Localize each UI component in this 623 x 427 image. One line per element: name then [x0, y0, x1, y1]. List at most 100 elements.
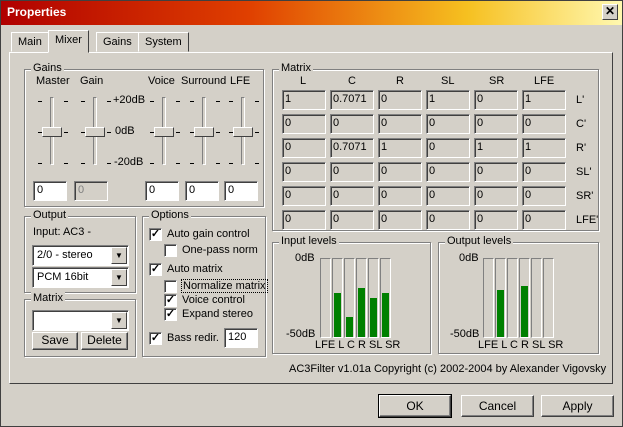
- one-pass-norm-label: One-pass norm: [182, 244, 258, 256]
- output-levels-channel-labels: LFE L C R SL SR: [478, 339, 564, 351]
- matrix-cell[interactable]: 0.7071: [330, 90, 374, 110]
- format-select[interactable]: PCM 16bit ▼: [32, 267, 129, 288]
- matrix-cell[interactable]: 1: [378, 138, 422, 158]
- matrix-cell[interactable]: 0.7071: [330, 138, 374, 158]
- output-levels-bottom-label: -50dB: [450, 328, 480, 340]
- matrix-cell[interactable]: 1: [426, 90, 470, 110]
- auto-gain-control-label: Auto gain control: [167, 228, 250, 240]
- format-select-value: PCM 16bit: [37, 271, 89, 283]
- voice-input[interactable]: 0: [145, 181, 179, 201]
- channel-select-value: 2/0 - stereo: [37, 249, 93, 261]
- gain-label: Gain: [80, 75, 104, 87]
- gain-slider-thumb[interactable]: [85, 127, 105, 137]
- output-levels-top-label: 0dB: [459, 252, 479, 264]
- matrix-cell[interactable]: 0: [426, 210, 470, 230]
- matrix-column-header: R: [396, 75, 404, 87]
- matrix-row-label: R': [576, 142, 587, 154]
- matrix-cell[interactable]: 0: [522, 186, 566, 206]
- cancel-button[interactable]: Cancel: [461, 395, 534, 417]
- master-label: Master: [36, 75, 70, 87]
- matrix-cell[interactable]: 0: [330, 114, 374, 134]
- voice-slider-thumb[interactable]: [154, 127, 174, 137]
- matrix-cell[interactable]: 0: [474, 162, 518, 182]
- bass-redir-input[interactable]: 120: [224, 328, 258, 348]
- matrix-column-header: C: [348, 75, 356, 87]
- matrix-cell[interactable]: 0: [330, 186, 374, 206]
- channel-select[interactable]: 2/0 - stereo ▼: [32, 245, 129, 266]
- tab-main[interactable]: Main: [11, 32, 49, 52]
- matrix-cell[interactable]: 1: [522, 138, 566, 158]
- chevron-down-icon: ▼: [111, 312, 127, 329]
- matrix-cell[interactable]: 0: [282, 138, 326, 158]
- level-meter-fill: [358, 288, 365, 337]
- matrix-row-label: SR': [576, 190, 594, 202]
- tab-gains[interactable]: Gains: [96, 32, 139, 52]
- matrix-row-label: LFE': [576, 214, 599, 226]
- slider-tick: [38, 101, 42, 102]
- matrix-cell[interactable]: 0: [474, 90, 518, 110]
- voice-control-checkbox[interactable]: ✓: [164, 294, 177, 307]
- matrix-cell[interactable]: 0: [378, 186, 422, 206]
- matrix-cell[interactable]: 0: [378, 90, 422, 110]
- one-pass-norm-checkbox[interactable]: [164, 244, 177, 257]
- matrix-cell[interactable]: 0: [378, 210, 422, 230]
- level-meter-fill: [370, 298, 377, 337]
- matrix-cell[interactable]: 0: [378, 162, 422, 182]
- matrix-delete-button[interactable]: Delete: [81, 332, 128, 350]
- matrix-cell[interactable]: 0: [474, 114, 518, 134]
- matrix-cell[interactable]: 0: [426, 186, 470, 206]
- tab-system[interactable]: System: [138, 32, 189, 52]
- matrix-column-header: LFE: [534, 75, 555, 87]
- matrix-preset-select[interactable]: ▼: [32, 310, 129, 331]
- matrix-cell[interactable]: 1: [522, 90, 566, 110]
- ok-button[interactable]: OK: [378, 394, 452, 418]
- lfe-input[interactable]: 0: [224, 181, 258, 201]
- gain-input: 0: [74, 181, 108, 201]
- matrix-cell[interactable]: 0: [282, 114, 326, 134]
- input-levels-top-label: 0dB: [295, 252, 315, 264]
- matrix-cell[interactable]: 0: [522, 162, 566, 182]
- expand-stereo-label: Expand stereo: [182, 308, 253, 320]
- level-meter: [332, 258, 343, 338]
- expand-stereo-checkbox[interactable]: ✓: [164, 308, 177, 321]
- matrix-cell[interactable]: 0: [282, 210, 326, 230]
- auto-matrix-checkbox[interactable]: ✓: [149, 263, 162, 276]
- apply-button[interactable]: Apply: [541, 395, 614, 417]
- master-slider-thumb[interactable]: [42, 127, 62, 137]
- master-input[interactable]: 0: [33, 181, 67, 201]
- normalize-matrix-checkbox[interactable]: [164, 280, 177, 293]
- matrix-cell[interactable]: 0: [282, 186, 326, 206]
- matrix-cell[interactable]: 0: [330, 162, 374, 182]
- copyright-text: AC3Filter v1.01a Copyright (c) 2002-2004…: [289, 363, 607, 375]
- slider-tick: [64, 132, 68, 133]
- matrix-cell[interactable]: 0: [378, 114, 422, 134]
- slider-tick: [64, 101, 68, 102]
- matrix-cell[interactable]: 0: [522, 114, 566, 134]
- surround-slider-thumb[interactable]: [194, 127, 214, 137]
- lfe-slider-thumb[interactable]: [233, 127, 253, 137]
- close-button[interactable]: ✕: [602, 4, 618, 20]
- matrix-cell[interactable]: 0: [426, 138, 470, 158]
- input-levels-legend: Input levels: [279, 235, 339, 247]
- tab-mixer[interactable]: Mixer: [48, 30, 89, 53]
- surround-input[interactable]: 0: [185, 181, 219, 201]
- auto-gain-control-checkbox[interactable]: ✓: [149, 228, 162, 241]
- level-meter-fill: [521, 286, 528, 337]
- matrix-cell[interactable]: 0: [282, 162, 326, 182]
- matrix-cell[interactable]: 0: [474, 210, 518, 230]
- matrix-cell[interactable]: 1: [474, 138, 518, 158]
- matrix-save-button[interactable]: Save: [32, 332, 78, 350]
- matrix-cell[interactable]: 0: [426, 162, 470, 182]
- matrix-cell[interactable]: 0: [330, 210, 374, 230]
- check-icon: ✓: [165, 294, 176, 306]
- matrix-cell[interactable]: 0: [474, 186, 518, 206]
- matrix-cell[interactable]: 1: [282, 90, 326, 110]
- normalize-matrix-label: Normalize matrix: [181, 279, 268, 293]
- matrix-cell[interactable]: 0: [426, 114, 470, 134]
- matrix-cell[interactable]: 0: [522, 210, 566, 230]
- slider-tick: [107, 132, 111, 133]
- slider-tick: [176, 132, 180, 133]
- slider-tick: [190, 101, 194, 102]
- level-meter: [507, 258, 518, 338]
- bass-redir-checkbox[interactable]: ✓: [149, 332, 162, 345]
